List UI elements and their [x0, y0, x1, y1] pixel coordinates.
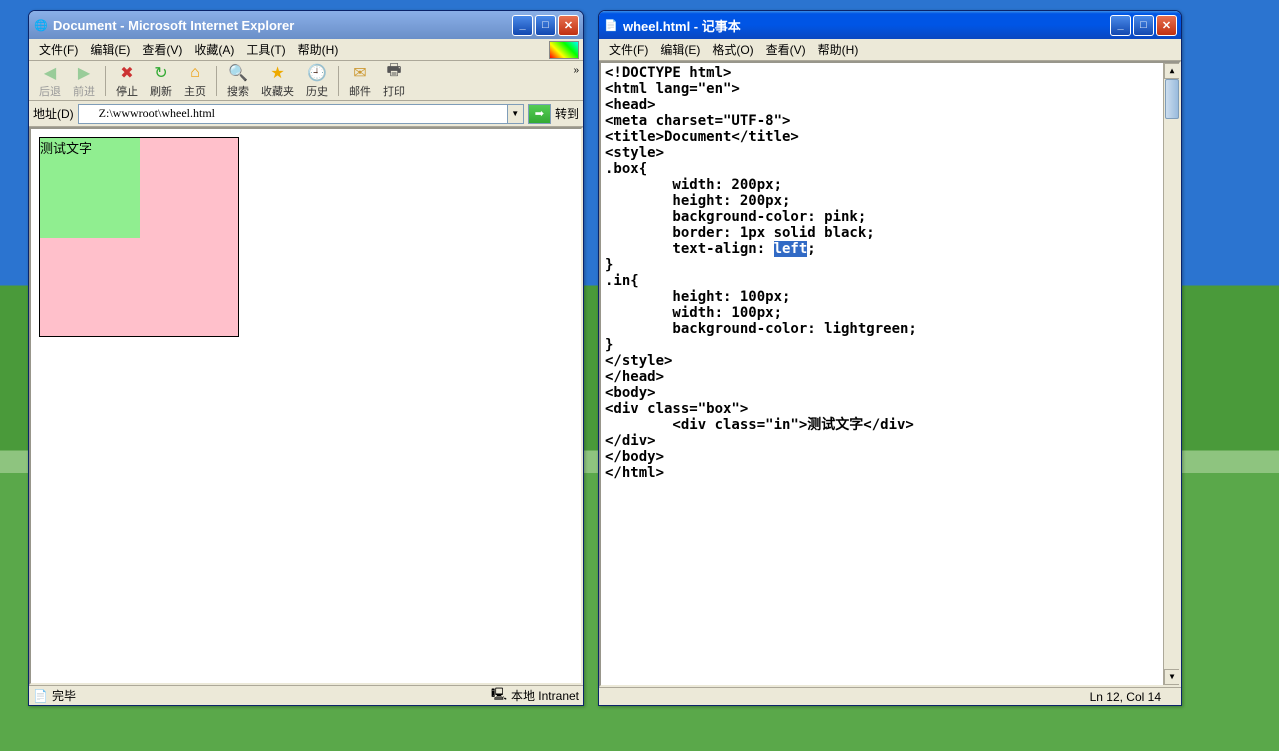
code-text-before: <!DOCTYPE html> <html lang="en"> <head> …: [605, 65, 875, 257]
demo-box: 测试文字: [39, 137, 239, 337]
maximize-button[interactable]: □: [1133, 15, 1154, 36]
favorites-label: 收藏夹: [261, 83, 294, 99]
home-label: 主页: [184, 83, 206, 99]
maximize-button[interactable]: □: [535, 15, 556, 36]
history-label: 历史: [306, 83, 328, 99]
notepad-window: 📄 wheel.html - 记事本 _ □ ✕ 文件(F) 编辑(E) 格式(…: [598, 10, 1182, 706]
code-text-after: ; } .in{ height: 100px; width: 100px; ba…: [605, 241, 917, 481]
scroll-down-icon[interactable]: ▼: [1164, 669, 1180, 685]
stop-label: 停止: [116, 83, 138, 99]
go-arrow-icon: ➡: [535, 107, 544, 120]
favorites-button[interactable]: ★收藏夹: [255, 61, 300, 101]
menu-file[interactable]: 文件(F): [603, 39, 654, 60]
scroll-thumb[interactable]: [1165, 79, 1179, 119]
scroll-up-icon[interactable]: ▲: [1164, 63, 1180, 79]
np-statusbar: Ln 12, Col 14: [599, 687, 1181, 705]
ie-statusbar: 📄 完毕 🖳 本地 Intranet: [29, 685, 583, 705]
menu-tools[interactable]: 工具(T): [240, 39, 291, 60]
address-bar: 地址(D) 🌐 ▼ ➡ 转到: [29, 101, 583, 127]
close-button[interactable]: ✕: [558, 15, 579, 36]
menu-edit[interactable]: 编辑(E): [84, 39, 136, 60]
scrollbar[interactable]: ▲▼: [1163, 63, 1179, 685]
selected-text: left: [774, 241, 808, 257]
print-icon: 🖶: [384, 63, 404, 83]
ie-title: Document - Microsoft Internet Explorer: [53, 18, 512, 33]
notepad-icon: 📄: [603, 17, 619, 33]
ie-window: 🌐 Document - Microsoft Internet Explorer…: [28, 10, 584, 706]
refresh-icon: ↻: [151, 63, 171, 83]
separator: [105, 66, 106, 96]
back-icon: ◀: [40, 63, 60, 83]
stop-icon: ✖: [117, 63, 137, 83]
menu-view[interactable]: 查看(V): [136, 39, 188, 60]
address-dropdown[interactable]: ▼: [508, 104, 524, 124]
menu-view[interactable]: 查看(V): [760, 39, 812, 60]
search-label: 搜索: [227, 83, 249, 99]
separator: [216, 66, 217, 96]
search-icon: 🔍: [228, 63, 248, 83]
separator: [338, 66, 339, 96]
chevron-icon[interactable]: »: [573, 65, 579, 76]
refresh-button[interactable]: ↻刷新: [144, 61, 178, 101]
editor-area[interactable]: <!DOCTYPE html> <html lang="en"> <head> …: [599, 61, 1181, 687]
menu-favorites[interactable]: 收藏(A): [188, 39, 240, 60]
ie-menubar: 文件(F) 编辑(E) 查看(V) 收藏(A) 工具(T) 帮助(H): [29, 39, 583, 61]
cursor-position: Ln 12, Col 14: [1090, 690, 1161, 704]
np-titlebar[interactable]: 📄 wheel.html - 记事本 _ □ ✕: [599, 11, 1181, 39]
forward-icon: ▶: [74, 63, 94, 83]
stop-button[interactable]: ✖停止: [110, 61, 144, 101]
go-button[interactable]: ➡: [528, 104, 551, 124]
mail-icon: ✉: [350, 63, 370, 83]
print-button[interactable]: 🖶打印: [377, 61, 411, 101]
back-button[interactable]: ◀后退: [33, 61, 67, 101]
history-icon: 🕘: [307, 63, 327, 83]
status-done: 完毕: [52, 687, 76, 704]
address-input[interactable]: [78, 104, 508, 124]
menu-format[interactable]: 格式(O): [706, 39, 759, 60]
np-title: wheel.html - 记事本: [623, 16, 1110, 35]
document-icon: 📄: [33, 689, 48, 703]
ie-titlebar[interactable]: 🌐 Document - Microsoft Internet Explorer…: [29, 11, 583, 39]
address-label: 地址(D): [33, 105, 74, 122]
minimize-button[interactable]: _: [512, 15, 533, 36]
print-label: 打印: [383, 83, 405, 99]
page-content[interactable]: 测试文字: [29, 127, 583, 685]
minimize-button[interactable]: _: [1110, 15, 1131, 36]
demo-inner: 测试文字: [40, 138, 140, 238]
star-icon: ★: [268, 63, 288, 83]
np-menubar: 文件(F) 编辑(E) 格式(O) 查看(V) 帮助(H): [599, 39, 1181, 61]
menu-help[interactable]: 帮助(H): [292, 39, 345, 60]
goto-label: 转到: [555, 105, 579, 122]
home-button[interactable]: ⌂主页: [178, 61, 212, 101]
refresh-label: 刷新: [150, 83, 172, 99]
mail-label: 邮件: [349, 83, 371, 99]
forward-label: 前进: [73, 83, 95, 99]
home-icon: ⌂: [185, 63, 205, 83]
menu-help[interactable]: 帮助(H): [812, 39, 865, 60]
ie-icon: 🌐: [33, 17, 49, 33]
menu-file[interactable]: 文件(F): [33, 39, 84, 60]
ie-toolbar: ◀后退 ▶前进 ✖停止 ↻刷新 ⌂主页 🔍搜索 ★收藏夹 🕘历史 ✉邮件 🖶打印…: [29, 61, 583, 101]
status-zone: 本地 Intranet: [511, 687, 579, 704]
zone-icon: 🖳: [491, 685, 507, 706]
history-button[interactable]: 🕘历史: [300, 61, 334, 101]
back-label: 后退: [39, 83, 61, 99]
forward-button[interactable]: ▶前进: [67, 61, 101, 101]
menu-edit[interactable]: 编辑(E): [654, 39, 706, 60]
ie-throbber-icon: [549, 41, 579, 59]
close-button[interactable]: ✕: [1156, 15, 1177, 36]
mail-button[interactable]: ✉邮件: [343, 61, 377, 101]
search-button[interactable]: 🔍搜索: [221, 61, 255, 101]
